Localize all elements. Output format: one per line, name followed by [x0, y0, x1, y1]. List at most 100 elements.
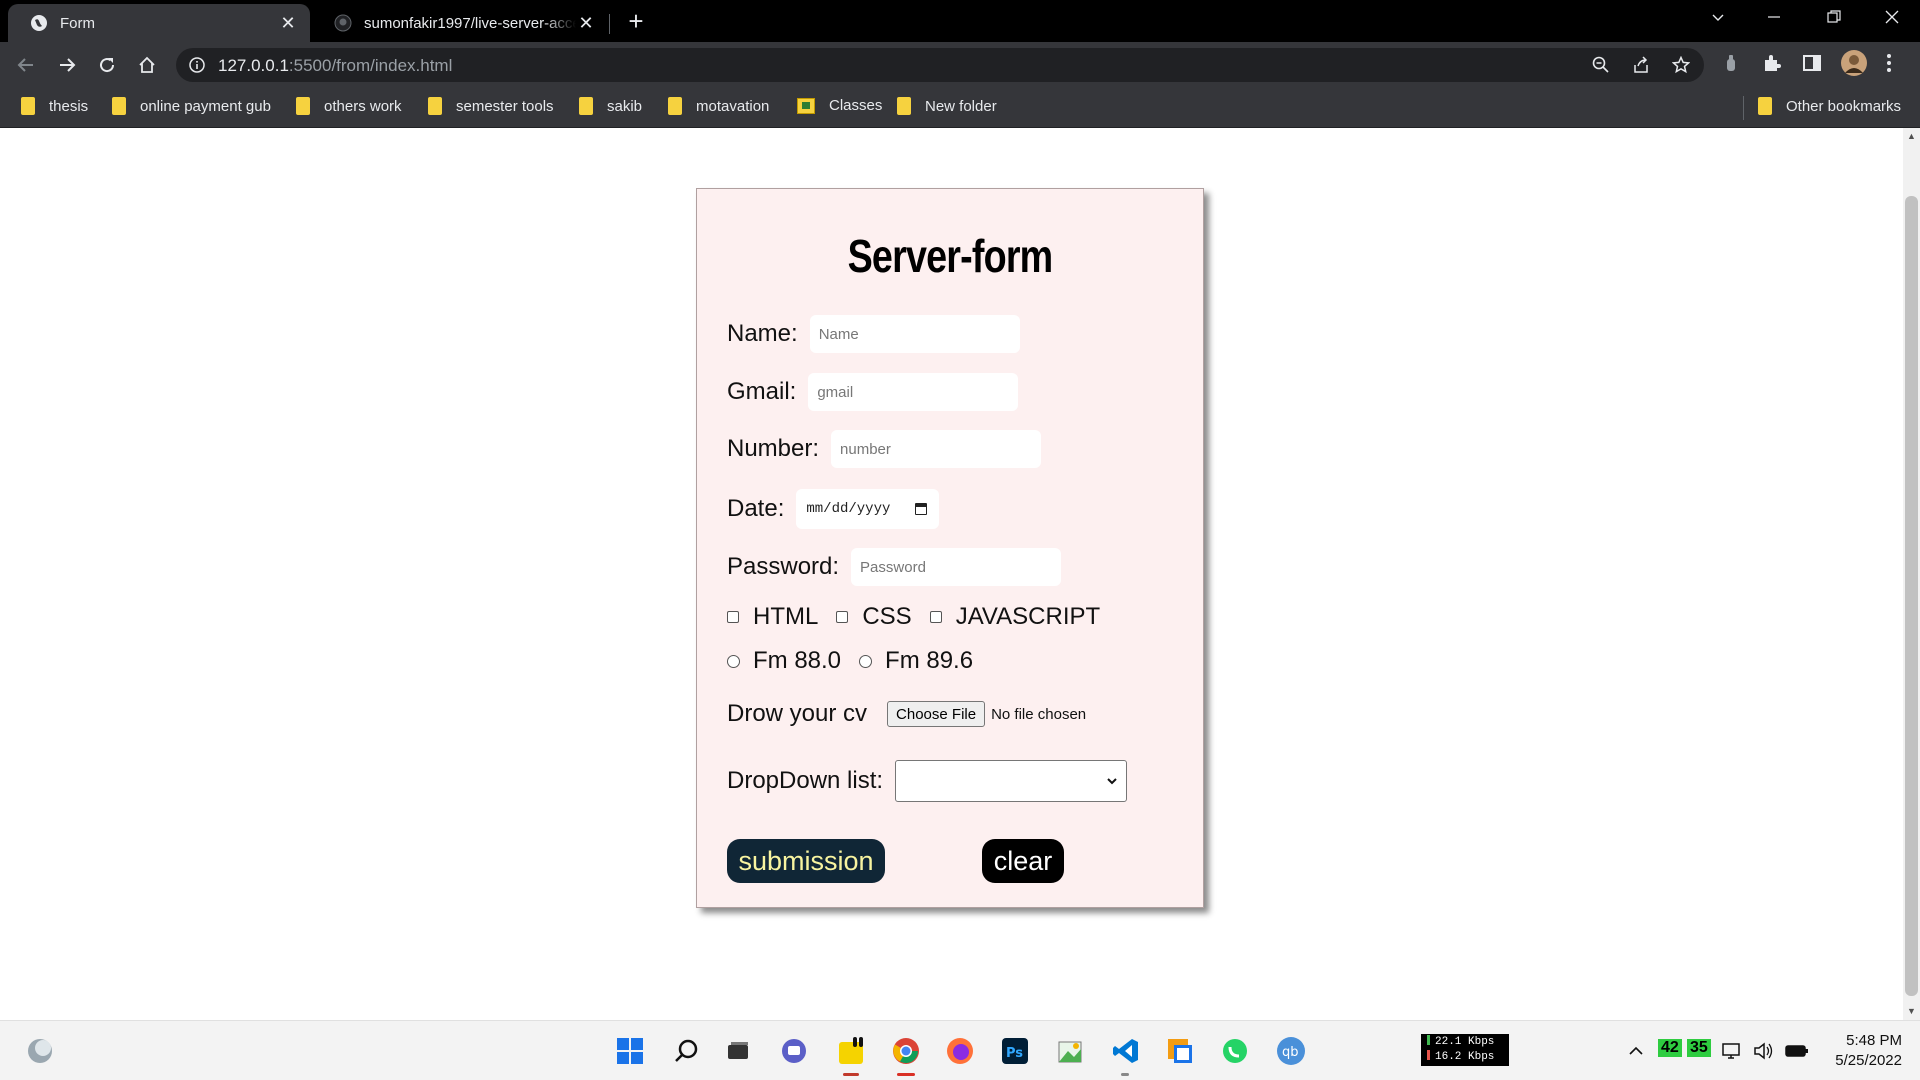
whatsapp-icon[interactable]: [1219, 1035, 1251, 1067]
bookmark-label: Other bookmarks: [1786, 97, 1902, 115]
net-download: 16.2 Kbps: [1427, 1050, 1509, 1065]
bookmark-classes[interactable]: Classes: [797, 97, 882, 114]
bookmark-label: thesis: [49, 97, 89, 115]
radio-fm-89[interactable]: [859, 654, 873, 668]
password-input[interactable]: [851, 548, 1062, 586]
github-icon: [334, 14, 352, 32]
extension-icon[interactable]: [1722, 53, 1740, 75]
forward-button[interactable]: [53, 51, 81, 79]
reload-button[interactable]: [93, 51, 121, 79]
bookmarks-bar: thesis online payment gub others work se…: [0, 88, 1920, 128]
start-icon[interactable]: [614, 1035, 646, 1067]
qbittorrent-icon[interactable]: qb: [1275, 1035, 1307, 1067]
radio-row: Fm 88.0 Fm 89.6: [727, 647, 991, 675]
tab-strip: Form ✕ sumonfakir1997/live-server-acce ✕…: [0, 0, 1920, 42]
date-input[interactable]: mm/dd/yyyy: [796, 489, 940, 529]
bookmark-label: semester tools: [456, 97, 554, 115]
running-indicator: [897, 1073, 915, 1076]
bookmark-motavation[interactable]: motavation: [668, 97, 769, 115]
bookmark-others-work[interactable]: others work: [296, 97, 402, 115]
home-icon: [139, 56, 155, 73]
bookmark-star-icon[interactable]: [1672, 56, 1690, 74]
radio-fm-88[interactable]: [727, 654, 740, 668]
number-input[interactable]: [831, 430, 1042, 468]
image-editor-icon[interactable]: [1054, 1035, 1086, 1067]
restore-button[interactable]: [1806, 0, 1862, 40]
bookmark-sakib[interactable]: sakib: [579, 97, 642, 115]
bookmark-label: motavation: [696, 97, 770, 115]
search-icon[interactable]: [670, 1035, 702, 1067]
clock-date: 5/25/2022: [1835, 1052, 1902, 1069]
home-button[interactable]: [133, 51, 161, 79]
close-icon[interactable]: ✕: [576, 13, 596, 34]
widgets-icon[interactable]: [24, 1035, 56, 1067]
radio-label-fm-89: Fm 89.6: [885, 647, 974, 674]
chevron-up-icon[interactable]: [1626, 1035, 1646, 1067]
submission-button[interactable]: submission: [727, 839, 885, 883]
tray-counter-b[interactable]: 35: [1687, 1039, 1711, 1057]
volume-icon[interactable]: [1752, 1035, 1776, 1067]
date-label: Date:: [727, 495, 785, 522]
checkbox-row: HTML CSS JAVASCRIPT: [727, 603, 1118, 631]
bookmark-label: New folder: [925, 97, 997, 115]
minimize-button[interactable]: [1746, 0, 1802, 40]
scroll-down-icon[interactable]: ▼: [1903, 1003, 1920, 1020]
folder-icon: [428, 97, 442, 115]
vscode-icon[interactable]: [1110, 1035, 1142, 1067]
dropdown-select[interactable]: [895, 760, 1128, 802]
site-info-icon[interactable]: [188, 56, 206, 74]
dropdown-row: DropDown list:: [727, 760, 1128, 802]
number-label: Number:: [727, 435, 820, 462]
potplayer-icon[interactable]: [836, 1035, 868, 1067]
bookmark-new-folder[interactable]: New folder: [897, 97, 997, 115]
bookmark-semester-tools[interactable]: semester tools: [428, 97, 554, 115]
clear-button[interactable]: clear: [982, 839, 1064, 883]
tray-counter-a[interactable]: 42: [1658, 1039, 1682, 1057]
photoshop-icon[interactable]: Ps: [999, 1035, 1031, 1067]
checkbox-html[interactable]: [727, 611, 739, 623]
battery-icon[interactable]: [1784, 1035, 1810, 1067]
address-bar[interactable]: 127.0.0.1:5500/from/index.html: [176, 48, 1704, 82]
puzzle-icon[interactable]: [1762, 53, 1782, 73]
firefox-icon[interactable]: [944, 1035, 976, 1067]
app-window-icon[interactable]: [1164, 1035, 1196, 1067]
net-upload: 22.1 Kbps: [1427, 1035, 1509, 1050]
svg-text:Ps: Ps: [1006, 1046, 1023, 1061]
name-input[interactable]: [809, 315, 1020, 353]
chrome-icon[interactable]: [890, 1035, 922, 1067]
cv-row: Drow your cv Choose File No file chosen: [727, 700, 1086, 728]
radio-label-fm-88: Fm 88.0: [753, 647, 842, 674]
gmail-input[interactable]: [808, 373, 1019, 411]
vertical-scrollbar[interactable]: ▲ ▼: [1903, 128, 1920, 1020]
bookmark-online-payment-gub[interactable]: online payment gub: [112, 97, 271, 115]
tab-search-icon[interactable]: [1690, 0, 1746, 40]
back-button[interactable]: [12, 51, 40, 79]
share-icon[interactable]: [1632, 56, 1650, 74]
running-indicator: [1121, 1073, 1129, 1076]
bookmark-thesis[interactable]: thesis: [21, 97, 88, 115]
zoom-icon[interactable]: [1592, 56, 1610, 74]
dropdown-label: DropDown list:: [727, 767, 884, 794]
task-view-icon[interactable]: [722, 1035, 754, 1067]
calendar-icon[interactable]: [915, 503, 928, 515]
window-close-button[interactable]: [1864, 0, 1920, 40]
teams-chat-icon[interactable]: [778, 1035, 810, 1067]
tab-form[interactable]: Form ✕: [8, 4, 310, 42]
network-icon[interactable]: [1720, 1035, 1744, 1067]
choose-file-button[interactable]: Choose File: [887, 701, 986, 727]
checkbox-javascript[interactable]: [929, 611, 942, 623]
bookmark-other-bookmarks[interactable]: Other bookmarks: [1758, 97, 1901, 115]
close-icon[interactable]: ✕: [278, 13, 298, 34]
avatar[interactable]: [1840, 49, 1868, 77]
system-clock[interactable]: 5:48 PM 5/25/2022: [1822, 1031, 1902, 1071]
page-viewport: Server-form Name: Gmail: Number: Date: m…: [0, 128, 1920, 1020]
tab-github[interactable]: sumonfakir1997/live-server-acce ✕: [312, 4, 608, 42]
form-title: Server-form: [847, 230, 1054, 282]
new-tab-button[interactable]: +: [622, 7, 650, 35]
checkbox-css[interactable]: [836, 611, 849, 623]
scroll-up-icon[interactable]: ▲: [1903, 128, 1920, 145]
classroom-icon: [797, 97, 815, 114]
side-panel-icon[interactable]: [1802, 53, 1822, 73]
menu-dots-icon[interactable]: [1886, 53, 1892, 73]
scroll-thumb[interactable]: [1905, 196, 1918, 996]
